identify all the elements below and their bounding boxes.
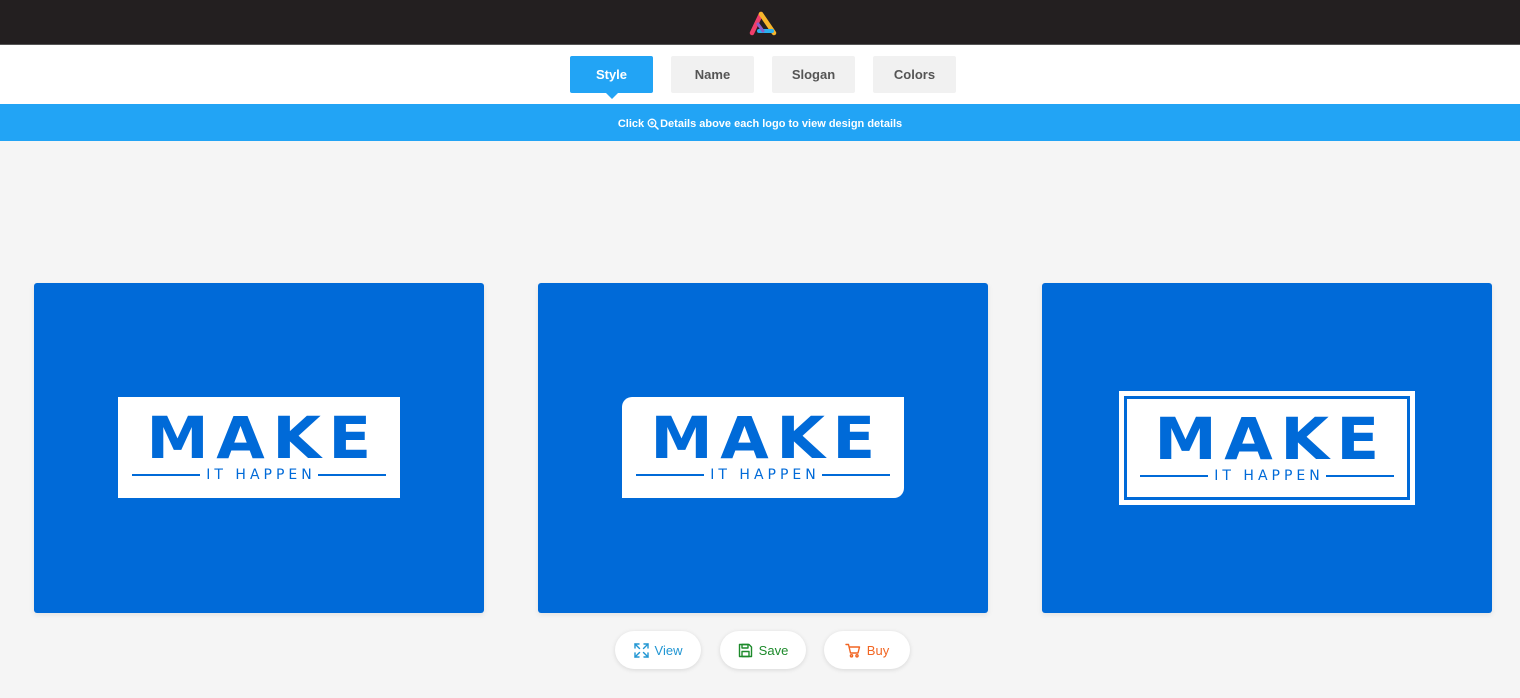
logo-preview: MAKE IT HAPPEN	[118, 397, 400, 498]
save-label: Save	[758, 642, 789, 658]
logo-title: MAKE	[1154, 404, 1387, 473]
floppy-disk-icon	[738, 643, 752, 657]
logo-title: MAKE	[650, 404, 883, 472]
tab-slogan[interactable]: Slogan	[772, 56, 855, 93]
view-button[interactable]: View	[615, 631, 701, 669]
buy-label: Buy	[866, 642, 890, 658]
logo-card-2[interactable]: MAKE IT HAPPEN	[538, 283, 988, 613]
expand-icon	[633, 642, 649, 658]
info-banner: Click Details above each logo to view de…	[0, 104, 1520, 141]
shopping-cart-icon	[845, 643, 860, 658]
tab-colors[interactable]: Colors	[873, 56, 956, 93]
divider	[636, 474, 705, 476]
divider	[317, 474, 387, 476]
view-label: View	[654, 642, 683, 658]
info-prefix: Click	[617, 118, 645, 130]
logo-card-3[interactable]: MAKE IT HAPPEN	[1042, 283, 1492, 613]
tab-name[interactable]: Name	[671, 56, 754, 93]
top-bar	[0, 0, 1520, 45]
logo-preview: MAKE IT HAPPEN	[1119, 391, 1415, 505]
divider	[132, 474, 201, 476]
triangle-logo-icon[interactable]	[748, 9, 778, 37]
buy-button[interactable]: Buy	[824, 631, 910, 669]
logo-card-1[interactable]: MAKE IT HAPPEN	[34, 283, 484, 613]
divider	[821, 474, 891, 476]
tab-style[interactable]: Style	[570, 56, 653, 99]
tab-bar: Style Name Slogan Colors	[0, 45, 1520, 104]
logo-preview: MAKE IT HAPPEN	[622, 397, 904, 498]
zoom-in-icon	[647, 118, 659, 130]
info-text: Details above each logo to view design d…	[660, 118, 903, 130]
logo-title: MAKE	[146, 404, 379, 472]
save-button[interactable]: Save	[720, 631, 806, 669]
